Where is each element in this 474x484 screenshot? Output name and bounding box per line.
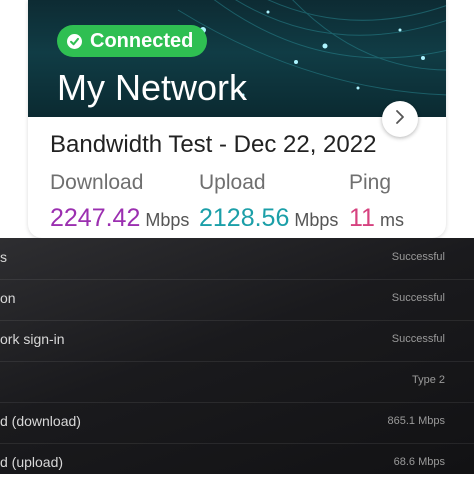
download-value: 2247.42 bbox=[50, 204, 141, 232]
list-item-label: d (upload) bbox=[0, 454, 64, 470]
list-item-value: Successful bbox=[391, 333, 445, 345]
network-name: My Network bbox=[57, 67, 248, 108]
network-details-button[interactable] bbox=[382, 101, 418, 137]
list-item[interactable]: ork sign-in Successful bbox=[0, 320, 474, 362]
download-label: Download bbox=[50, 171, 144, 194]
ping-stat: Ping 11 ms bbox=[349, 171, 404, 233]
connection-results-list: s Successful on Successful ork sign-in S… bbox=[0, 238, 474, 474]
list-item[interactable]: d (download) 865.1 Mbps bbox=[0, 402, 474, 444]
ping-label: Ping bbox=[349, 171, 392, 194]
list-item-label: on bbox=[0, 290, 16, 306]
list-item-label: s bbox=[0, 249, 7, 265]
chevron-right-icon bbox=[394, 109, 406, 130]
check-circle-icon bbox=[67, 33, 82, 49]
connection-status-badge: Connected bbox=[57, 25, 208, 57]
upload-unit: Mbps bbox=[294, 210, 339, 230]
list-item-value: Successful bbox=[391, 292, 445, 304]
ping-value: 11 bbox=[349, 204, 375, 232]
bandwidth-test-title: Bandwidth Test - Dec 22, 2022 bbox=[50, 131, 377, 158]
list-item-label: d (download) bbox=[0, 413, 81, 429]
list-item[interactable]: d (upload) 68.6 Mbps bbox=[0, 443, 474, 484]
upload-stat: Upload 2128.56 Mbps bbox=[199, 171, 338, 233]
list-item[interactable]: Type 2 bbox=[0, 361, 474, 403]
ping-unit: ms bbox=[379, 210, 404, 230]
download-stat: Download 2247.42 Mbps bbox=[50, 171, 189, 233]
upload-value: 2128.56 bbox=[199, 204, 290, 232]
list-item-value: 865.1 Mbps bbox=[387, 415, 445, 427]
download-unit: Mbps bbox=[145, 210, 190, 230]
network-card: Connected My Network Bandwidth Test - De… bbox=[28, 0, 446, 238]
list-item[interactable]: s Successful bbox=[0, 238, 474, 280]
list-item-label: ork sign-in bbox=[0, 331, 65, 347]
list-item[interactable]: on Successful bbox=[0, 279, 474, 321]
network-banner: Connected My Network bbox=[28, 0, 446, 117]
upload-label: Upload bbox=[199, 171, 266, 194]
list-item-value: Successful bbox=[391, 251, 445, 263]
list-item-value: Type 2 bbox=[411, 374, 445, 386]
connection-status-label: Connected bbox=[90, 29, 194, 52]
list-item-value: 68.6 Mbps bbox=[393, 456, 445, 468]
